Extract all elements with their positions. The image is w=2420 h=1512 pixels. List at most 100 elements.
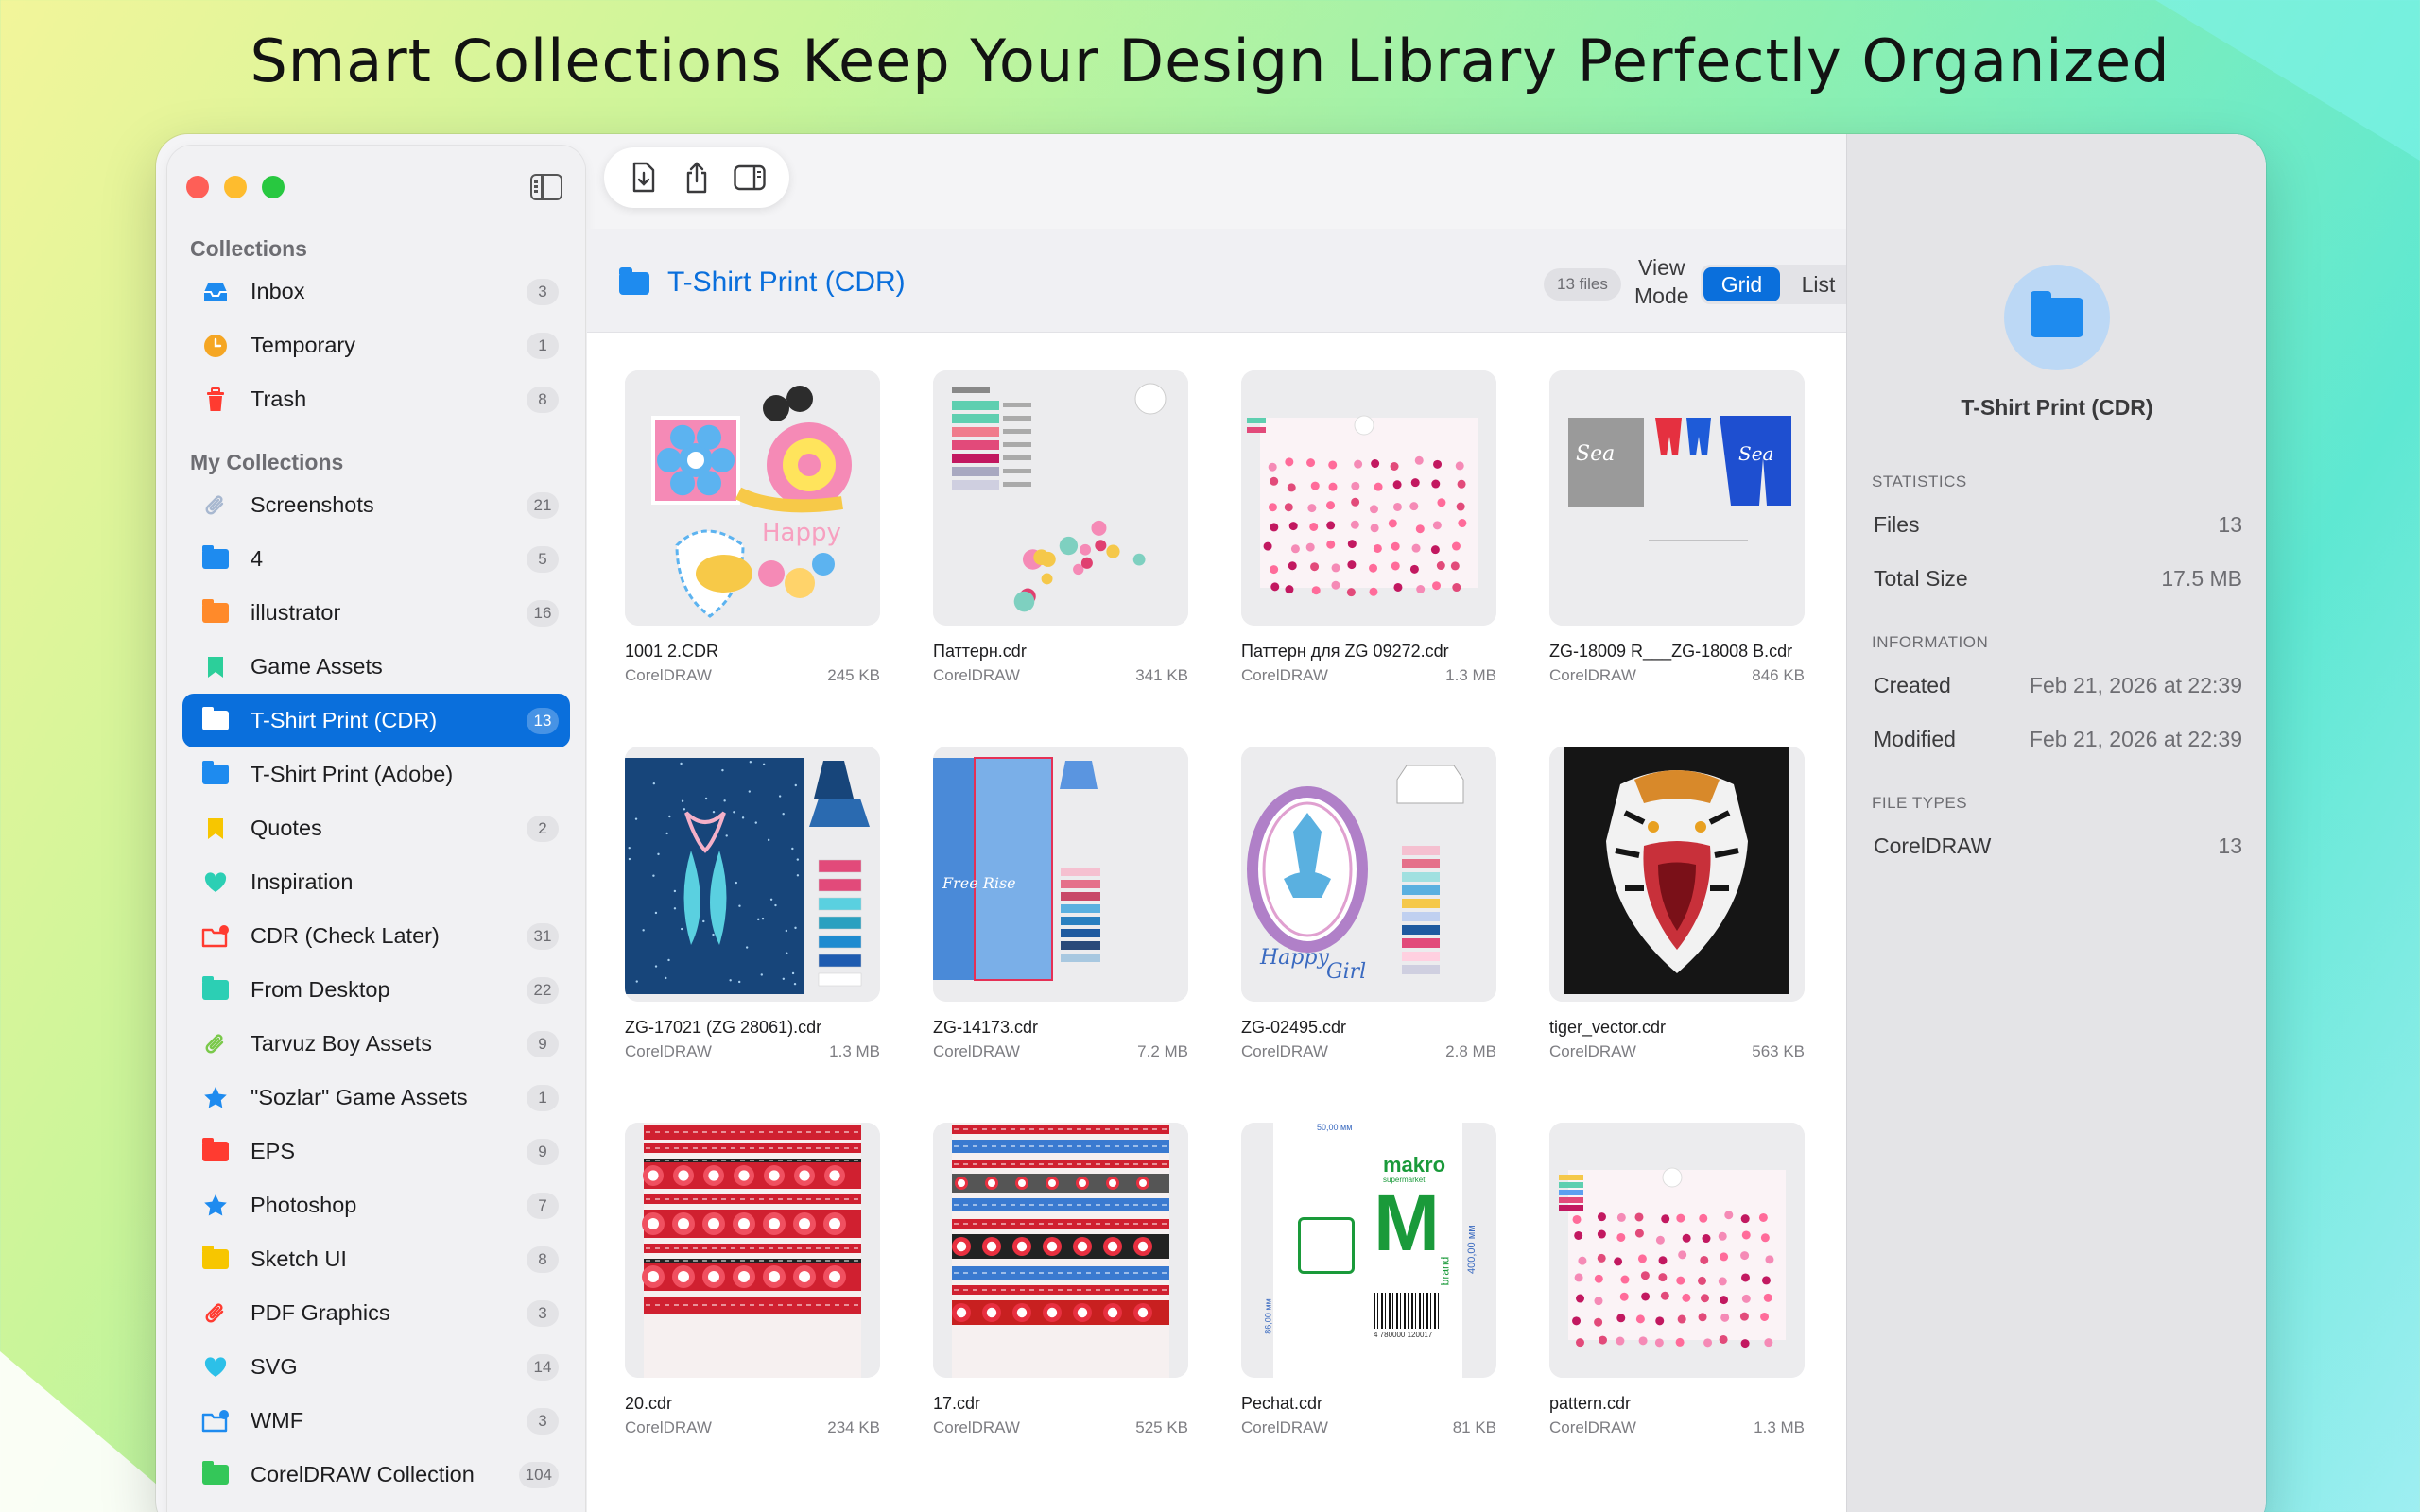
file-card[interactable]: Free Rise ZG-14173.cdr CorelDRAW 7.2 MB [933, 747, 1188, 1061]
sidebar-item[interactable]: "Sozlar" Game Assets 1 [182, 1071, 570, 1125]
window-controls [186, 176, 285, 198]
sidebar-toggle-icon[interactable] [530, 174, 562, 200]
file-count-badge: 13 files [1544, 268, 1621, 301]
inspector-toggle-button[interactable] [731, 159, 769, 197]
sidebar-item-label: Screenshots [251, 492, 374, 517]
folder-icon [201, 707, 230, 735]
item-count-badge: 2 [527, 815, 559, 842]
sidebar-item[interactable]: Screenshots 21 [182, 478, 570, 532]
file-thumbnail: 50,00 мм 86,00 мм 400,00 мм makro supermarke… [1241, 1123, 1496, 1378]
file-type: CorelDRAW [1549, 1042, 1636, 1060]
statistics-heading: STATISTICS [1872, 472, 1967, 490]
folder-icon [201, 545, 230, 574]
files-label: Files [1874, 512, 1920, 537]
collections-section-title: Collections [190, 236, 307, 261]
sidebar-item[interactable]: Trash 8 [182, 372, 570, 426]
file-name: tiger_vector.cdr [1549, 1018, 1667, 1037]
grid-view-button[interactable]: Grid [1703, 267, 1780, 301]
file-thumbnail: Sea Sea [1549, 370, 1805, 626]
content-header: T-Shirt Print (CDR) 13 files View Mode G… [587, 229, 1859, 333]
sidebar-item[interactable]: EPS 9 [182, 1125, 570, 1178]
makro-brand: makro [1383, 1153, 1446, 1177]
trash-icon [201, 386, 230, 414]
file-meta: CorelDRAW 1.3 MB [1549, 1418, 1805, 1437]
file-thumbnail [933, 1123, 1188, 1378]
sidebar-item[interactable]: Quotes 2 [182, 801, 570, 855]
paperclip-icon [201, 491, 230, 520]
file-name: Паттерн.cdr [933, 642, 1027, 661]
file-card[interactable]: 20.cdr CorelDRAW 234 KB [625, 1123, 880, 1437]
list-view-button[interactable]: List [1780, 267, 1857, 301]
sidebar-item[interactable]: SVG 14 [182, 1340, 570, 1394]
folder-badge-icon [201, 1407, 230, 1435]
heart-icon [201, 868, 230, 897]
file-type: CorelDRAW [1549, 1418, 1636, 1436]
file-card[interactable]: Happy Girl ZG-02495.cdr CorelDRAW 2.8 MB [1241, 747, 1496, 1061]
file-card[interactable]: Паттерн.cdr CorelDRAW 341 KB [933, 370, 1188, 685]
created-row: Created Feb 21, 2026 at 22:39 [1874, 673, 2242, 698]
sidebar-item[interactable]: 45 [182, 532, 570, 586]
file-card[interactable]: tiger_vector.cdr CorelDRAW 563 KB [1549, 747, 1805, 1061]
sidebar-item[interactable]: Photoshop 7 [182, 1178, 570, 1232]
sidebar-item[interactable]: Temporary 1 [182, 318, 570, 372]
sidebar-item[interactable]: CorelDRAW Collection 104 [182, 1448, 570, 1502]
filetype-value: 13 [2218, 833, 2242, 858]
file-card[interactable]: ZG-17021 (ZG 28061).cdr CorelDRAW 1.3 MB [625, 747, 880, 1061]
sidebar-item[interactable]: Sketch UI 8 [182, 1232, 570, 1286]
folder-badge-icon [201, 922, 230, 951]
file-thumbnail [625, 747, 880, 1002]
sidebar-item[interactable]: From Desktop 22 [182, 963, 570, 1017]
file-type: CorelDRAW [625, 1042, 712, 1060]
item-count-badge: 21 [527, 491, 559, 519]
close-window-button[interactable] [186, 176, 209, 198]
svg-text:Happy: Happy [762, 519, 841, 547]
file-card[interactable]: Happy 1001 2.CDR CorelDRAW 245 KB [625, 370, 880, 685]
folder-icon [201, 976, 230, 1005]
file-type: CorelDRAW [933, 1042, 1020, 1060]
file-meta: CorelDRAW 525 KB [933, 1418, 1188, 1437]
created-label: Created [1874, 673, 1951, 697]
file-card[interactable]: 17.cdr CorelDRAW 525 KB [933, 1123, 1188, 1437]
file-meta: CorelDRAW 341 KB [933, 666, 1188, 685]
sidebar-item[interactable]: CDR (Check Later) 31 [182, 909, 570, 963]
file-card[interactable]: Паттерн для ZG 09272.cdr CorelDRAW 1.3 MB [1241, 370, 1496, 685]
sidebar-item[interactable]: illustrator 16 [182, 586, 570, 640]
minimize-window-button[interactable] [224, 176, 247, 198]
file-meta: CorelDRAW 234 KB [625, 1418, 880, 1437]
paperclip-icon [201, 1299, 230, 1328]
file-type: CorelDRAW [625, 666, 712, 684]
file-thumbnail [1241, 370, 1496, 626]
sidebar-item[interactable]: T-Shirt Print (CDR) 13 [182, 694, 570, 747]
svg-text:Girl: Girl [1326, 960, 1366, 984]
file-name: pattern.cdr [1549, 1394, 1632, 1413]
sidebar-item[interactable]: Inspiration [182, 855, 570, 909]
inspector-panel: T-Shirt Print (CDR) STATISTICS Files 13 T… [1846, 134, 2266, 1512]
share-button[interactable] [678, 159, 716, 197]
barcode [1374, 1293, 1440, 1329]
file-size: 234 KB [827, 1418, 880, 1436]
zoom-window-button[interactable] [262, 176, 285, 198]
toolbar [604, 147, 789, 208]
file-name: Pechat.cdr [1241, 1394, 1323, 1413]
sidebar-item-label: T-Shirt Print (Adobe) [251, 762, 454, 786]
sidebar-item[interactable]: PDF Graphics 3 [182, 1286, 570, 1340]
bookmark-icon [201, 815, 230, 843]
sidebar-item[interactable]: Inbox 3 [182, 265, 570, 318]
file-card[interactable]: pattern.cdr CorelDRAW 1.3 MB [1549, 1123, 1805, 1437]
file-card[interactable]: Sea Sea ZG-18009 R___ZG-18008 B.cdr CorelDR… [1549, 370, 1805, 685]
item-count-badge: 14 [527, 1353, 559, 1381]
svg-text:Sea: Sea [1738, 442, 1773, 465]
modified-label: Modified [1874, 727, 1956, 751]
file-thumbnail: Happy [625, 370, 880, 626]
collection-large-icon [2004, 265, 2110, 370]
folder-icon [2031, 291, 2083, 337]
collections-list: Inbox 3 Temporary 1 Trash 8 [182, 265, 570, 426]
sidebar-item[interactable]: T-Shirt Print (Adobe) [182, 747, 570, 801]
star-icon [201, 1084, 230, 1112]
file-card[interactable]: 50,00 мм 86,00 мм 400,00 мм makro supermarke… [1241, 1123, 1496, 1437]
sidebar-item[interactable]: WMF 3 [182, 1394, 570, 1448]
filetype-row: CorelDRAW 13 [1874, 833, 2242, 859]
sidebar-item[interactable]: Game Assets [182, 640, 570, 694]
sidebar-item[interactable]: Tarvuz Boy Assets 9 [182, 1017, 570, 1071]
import-button[interactable] [625, 159, 663, 197]
